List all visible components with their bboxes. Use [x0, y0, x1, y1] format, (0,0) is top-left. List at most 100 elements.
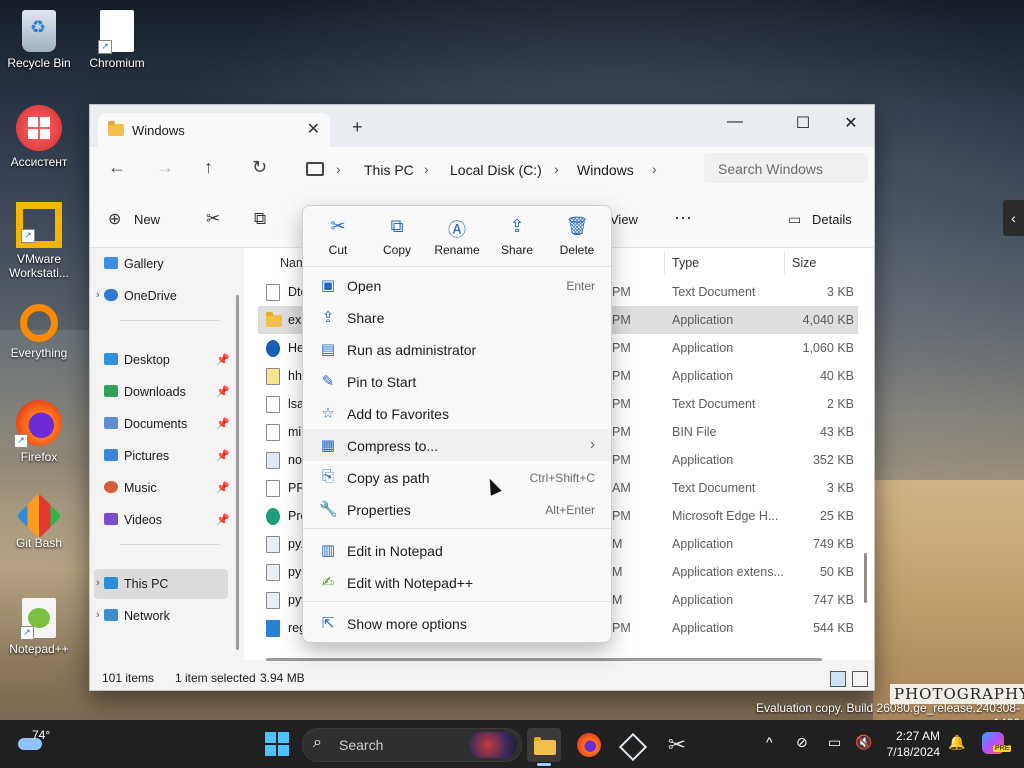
- menu-item-label: Properties: [347, 502, 411, 518]
- desktop-icon: [104, 353, 118, 365]
- column-separator: [784, 252, 785, 274]
- notification-bell-icon[interactable]: 🔔: [948, 734, 965, 751]
- menu-item-run-as-admin[interactable]: ▤ Run as administrator: [303, 333, 611, 365]
- menu-item-copy-as-path[interactable]: ⎘ Copy as path Ctrl+Shift+C: [303, 461, 611, 493]
- file-size: 4,040 KB: [802, 313, 854, 327]
- desktop-icon-firefox[interactable]: ↗ Firefox: [2, 400, 76, 464]
- archive-icon: ▦: [320, 437, 336, 454]
- start-button[interactable]: [265, 732, 289, 756]
- chevron-right-icon[interactable]: ›: [96, 609, 100, 621]
- menu-item-label: Pin to Start: [347, 374, 417, 390]
- pin-icon: ✎: [321, 373, 335, 390]
- details-button[interactable]: Details: [812, 212, 852, 227]
- close-window-button[interactable]: ✕: [828, 113, 874, 133]
- maximize-button[interactable]: ☐: [780, 113, 826, 133]
- forward-button[interactable]: →: [156, 157, 174, 178]
- sidebar-item-this-pc[interactable]: › This PC: [96, 577, 168, 591]
- menu-item-edit-with-notepadpp[interactable]: ✍ Edit with Notepad++: [303, 566, 611, 598]
- breadcrumb-separator: ›: [424, 161, 429, 177]
- cut-icon[interactable]: ✂: [206, 209, 220, 229]
- sidebar-item-music[interactable]: Music 📌: [104, 481, 230, 495]
- sidebar-item-label: Desktop: [124, 353, 170, 367]
- sidebar-item-label: Downloads: [124, 385, 186, 399]
- menu-item-label: Compress to...: [347, 438, 439, 454]
- rename-action[interactable]: Ⓐ Rename: [428, 216, 486, 257]
- new-button[interactable]: New: [134, 212, 160, 227]
- menu-item-open[interactable]: ▣ Open Enter: [303, 269, 611, 301]
- share-action[interactable]: ⇪ Share: [488, 216, 546, 257]
- sidebar-item-onedrive[interactable]: › OneDrive: [96, 289, 177, 303]
- sidebar-item-pictures[interactable]: Pictures 📌: [104, 449, 230, 463]
- help-file-icon: [266, 368, 280, 385]
- delete-action[interactable]: 🗑 Delete: [548, 216, 606, 257]
- taskbar-snipping-tool[interactable]: ✂: [660, 728, 694, 762]
- chevron-right-icon[interactable]: ›: [96, 289, 100, 301]
- sidebar-item-gallery[interactable]: Gallery: [104, 257, 164, 271]
- clock[interactable]: 2:27 AM 7/18/2024: [882, 728, 940, 760]
- column-header-size[interactable]: Size: [792, 256, 816, 270]
- menu-item-edit-in-notepad[interactable]: ▥ Edit in Notepad: [303, 534, 611, 566]
- tiles-view-icon[interactable]: [852, 671, 868, 687]
- close-tab-icon[interactable]: ✕: [307, 119, 320, 139]
- view-button[interactable]: View: [610, 212, 638, 227]
- column-header-type[interactable]: Type: [672, 256, 699, 270]
- sidebar-item-documents[interactable]: Documents 📌: [104, 417, 230, 431]
- sidebar-item-desktop[interactable]: Desktop 📌: [104, 353, 230, 367]
- breadcrumb-this-pc[interactable]: This PC: [364, 162, 414, 178]
- back-button[interactable]: ←: [108, 157, 126, 178]
- more-options-button[interactable]: ···: [674, 207, 692, 228]
- menu-item-pin-to-start[interactable]: ✎ Pin to Start: [303, 365, 611, 397]
- search-input[interactable]: Search Windows: [704, 153, 868, 183]
- sidebar-item-network[interactable]: › Network: [96, 609, 170, 623]
- desktop-icon-git-bash[interactable]: Git Bash: [2, 493, 76, 550]
- photography-watermark: PHOTOGRAPHY: [890, 684, 1024, 704]
- copy-icon[interactable]: ⧉: [254, 209, 266, 229]
- display-icon[interactable]: ▭: [828, 734, 841, 751]
- volume-icon[interactable]: 🔇: [855, 734, 872, 751]
- minimize-button[interactable]: —: [712, 113, 758, 131]
- up-button[interactable]: ↑: [204, 157, 213, 178]
- side-panel-toggle[interactable]: ‹: [1003, 200, 1024, 236]
- copy-action[interactable]: ⧉ Copy: [368, 216, 426, 257]
- more-options-icon: ⇱: [321, 615, 335, 632]
- cut-action[interactable]: ✂ Cut: [309, 216, 367, 257]
- breadcrumb-local-disk[interactable]: Local Disk (C:): [450, 162, 542, 178]
- breadcrumb-windows[interactable]: Windows: [577, 162, 634, 178]
- sidebar-item-videos[interactable]: Videos 📌: [104, 513, 230, 527]
- desktop-icon-chromium[interactable]: ↗ Chromium: [80, 10, 154, 70]
- desktop-icon-assistant[interactable]: Ассистент: [2, 105, 76, 169]
- refresh-button[interactable]: ↻: [252, 157, 267, 178]
- taskbar-search[interactable]: ⌕ Search: [302, 728, 522, 762]
- desktop-icon-everything[interactable]: Everything: [2, 304, 76, 360]
- new-tab-button[interactable]: +: [352, 117, 363, 138]
- details-view-icon[interactable]: [830, 671, 846, 687]
- taskbar-virtualbox[interactable]: [614, 728, 648, 762]
- document-icon: ↗: [98, 10, 134, 54]
- trash-icon: 🗑: [565, 216, 589, 236]
- tray-chevron-icon[interactable]: ^: [766, 734, 773, 750]
- taskbar-file-explorer[interactable]: [527, 728, 561, 766]
- desktop-icon-recycle-bin[interactable]: Recycle Bin: [2, 10, 76, 70]
- network-icon[interactable]: ⊘: [796, 734, 808, 751]
- tab-windows[interactable]: Windows ✕: [98, 113, 330, 147]
- nav-scrollbar[interactable]: [236, 295, 239, 650]
- desktop-icon-notepadpp[interactable]: ↗ Notepad++: [2, 598, 76, 656]
- navigation-pane: Gallery › OneDrive Desktop 📌 Downloads 📌…: [90, 248, 238, 660]
- file-date: PM: [612, 285, 631, 299]
- breadcrumb[interactable]: › This PC › Local Disk (C:) › Windows ›: [294, 154, 690, 184]
- sidebar-item-label: Gallery: [124, 257, 164, 271]
- chevron-right-icon[interactable]: ›: [96, 577, 100, 589]
- vertical-scrollbar[interactable]: [864, 553, 867, 603]
- sidebar-item-downloads[interactable]: Downloads 📌: [104, 385, 230, 399]
- desktop-icon-vmware[interactable]: ↗ VMware Workstati...: [2, 202, 76, 280]
- menu-item-show-more-options[interactable]: ⇱ Show more options: [303, 607, 611, 639]
- menu-item-compress-to[interactable]: ▦ Compress to... ›: [303, 429, 611, 461]
- taskbar-firefox[interactable]: [572, 728, 606, 762]
- file-date: M: [612, 593, 623, 607]
- menu-item-share[interactable]: ⇪ Share: [303, 301, 611, 333]
- menu-item-add-to-favorites[interactable]: ☆ Add to Favorites: [303, 397, 611, 429]
- copy-icon: ⧉: [390, 216, 404, 236]
- menu-item-properties[interactable]: 🔧 Properties Alt+Enter: [303, 493, 611, 525]
- gallery-icon: [104, 257, 118, 269]
- share-label: Share: [500, 243, 534, 257]
